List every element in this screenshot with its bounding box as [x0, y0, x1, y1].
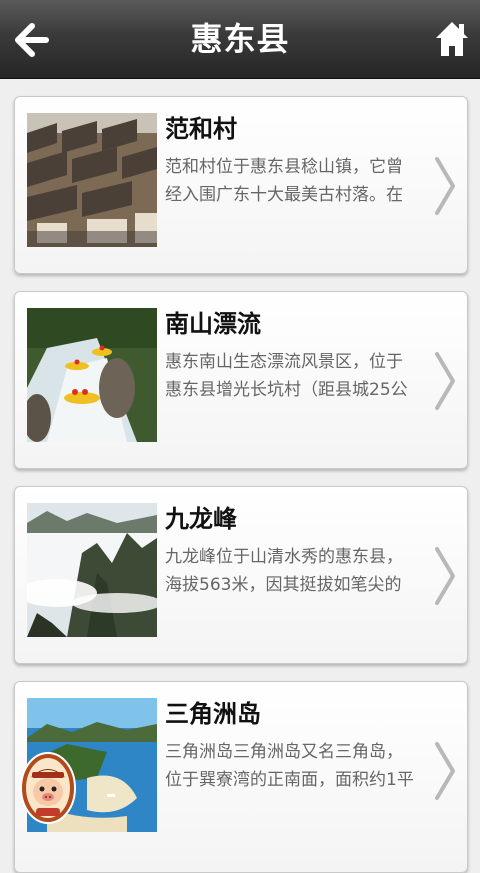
- item-description: 范和村位于惠东县稔山镇，它曾 经入围广东十大最美古村落。在: [165, 157, 403, 205]
- chevron-right-icon: [435, 742, 455, 800]
- thumbnail-jiulong-peak: [27, 503, 157, 637]
- item-title: 三角洲岛: [165, 700, 261, 728]
- top-navigation-bar: 惠东县: [0, 0, 480, 79]
- item-title: 南山漂流: [165, 310, 261, 338]
- home-icon[interactable]: [434, 18, 470, 60]
- thumbnail-fanhe-village: [27, 113, 157, 247]
- cartoon-mascot-icon[interactable]: [20, 752, 76, 824]
- item-title: 范和村: [165, 115, 237, 143]
- list-item-sanjiaozhou-island[interactable]: 三角洲岛 三角洲岛三角洲岛又名三角岛， 位于巽寮湾的正南面，面积约1平: [14, 681, 468, 873]
- list-item-nanshan-rafting[interactable]: 南山漂流 惠东南山生态漂流风景区，位于 惠东县增光长坑村（距县城25公: [14, 291, 468, 469]
- chevron-right-icon: [435, 352, 455, 410]
- list-item-jiulong-peak[interactable]: 九龙峰 九龙峰位于山清水秀的惠东县， 海拔563米，因其挺拔如笔尖的山: [14, 486, 468, 664]
- list-item-fanhe-village[interactable]: 范和村 范和村位于惠东县稔山镇，它曾 经入围广东十大最美古村落。在: [14, 96, 468, 274]
- item-title: 九龙峰: [165, 505, 237, 533]
- chevron-right-icon: [435, 157, 455, 215]
- thumbnail-nanshan-rafting: [27, 308, 157, 442]
- chevron-right-icon: [435, 547, 455, 605]
- item-description: 九龙峰位于山清水秀的惠东县， 海拔563米，因其挺拔如笔尖的山: [165, 547, 403, 595]
- page-title: 惠东县: [190, 20, 290, 58]
- item-description: 三角洲岛三角洲岛又名三角岛， 位于巽寮湾的正南面，面积约1平: [165, 742, 414, 790]
- item-description: 惠东南山生态漂流风景区，位于 惠东县增光长坑村（距县城25公: [165, 352, 408, 400]
